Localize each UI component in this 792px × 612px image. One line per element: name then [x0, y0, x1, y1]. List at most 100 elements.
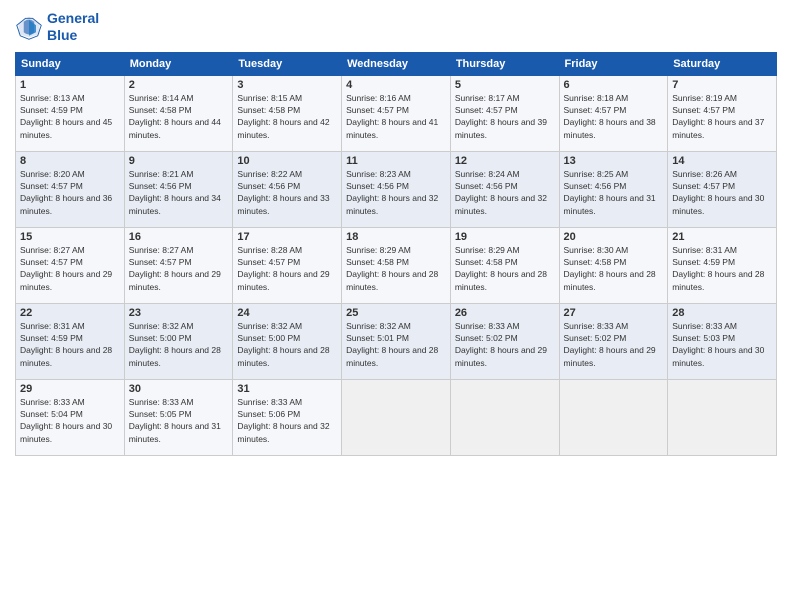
- day-cell: 18Sunrise: 8:29 AMSunset: 4:58 PMDayligh…: [342, 227, 451, 303]
- day-cell: 21Sunrise: 8:31 AMSunset: 4:59 PMDayligh…: [668, 227, 777, 303]
- day-number: 21: [672, 231, 772, 243]
- day-cell: 11Sunrise: 8:23 AMSunset: 4:56 PMDayligh…: [342, 151, 451, 227]
- day-number: 23: [129, 307, 229, 319]
- day-detail: Sunrise: 8:29 AMSunset: 4:58 PMDaylight:…: [455, 244, 555, 293]
- day-number: 9: [129, 155, 229, 167]
- day-cell: 3Sunrise: 8:15 AMSunset: 4:58 PMDaylight…: [233, 75, 342, 151]
- day-number: 10: [237, 155, 337, 167]
- day-number: 26: [455, 307, 555, 319]
- day-detail: Sunrise: 8:17 AMSunset: 4:57 PMDaylight:…: [455, 92, 555, 141]
- week-row-2: 8Sunrise: 8:20 AMSunset: 4:57 PMDaylight…: [16, 151, 777, 227]
- day-cell: [342, 379, 451, 455]
- day-number: 22: [20, 307, 120, 319]
- day-detail: Sunrise: 8:28 AMSunset: 4:57 PMDaylight:…: [237, 244, 337, 293]
- day-detail: Sunrise: 8:22 AMSunset: 4:56 PMDaylight:…: [237, 168, 337, 217]
- day-cell: 10Sunrise: 8:22 AMSunset: 4:56 PMDayligh…: [233, 151, 342, 227]
- day-cell: 4Sunrise: 8:16 AMSunset: 4:57 PMDaylight…: [342, 75, 451, 151]
- day-cell: [668, 379, 777, 455]
- weekday-header-tuesday: Tuesday: [233, 52, 342, 75]
- day-detail: Sunrise: 8:30 AMSunset: 4:58 PMDaylight:…: [564, 244, 664, 293]
- logo-text: General Blue: [47, 10, 99, 44]
- day-number: 7: [672, 79, 772, 91]
- day-cell: 27Sunrise: 8:33 AMSunset: 5:02 PMDayligh…: [559, 303, 668, 379]
- calendar-table: SundayMondayTuesdayWednesdayThursdayFrid…: [15, 52, 777, 456]
- day-cell: 6Sunrise: 8:18 AMSunset: 4:57 PMDaylight…: [559, 75, 668, 151]
- day-detail: Sunrise: 8:33 AMSunset: 5:05 PMDaylight:…: [129, 396, 229, 445]
- day-detail: Sunrise: 8:27 AMSunset: 4:57 PMDaylight:…: [129, 244, 229, 293]
- day-cell: 20Sunrise: 8:30 AMSunset: 4:58 PMDayligh…: [559, 227, 668, 303]
- day-number: 17: [237, 231, 337, 243]
- day-cell: 9Sunrise: 8:21 AMSunset: 4:56 PMDaylight…: [124, 151, 233, 227]
- day-number: 1: [20, 79, 120, 91]
- day-cell: 8Sunrise: 8:20 AMSunset: 4:57 PMDaylight…: [16, 151, 125, 227]
- day-cell: 24Sunrise: 8:32 AMSunset: 5:00 PMDayligh…: [233, 303, 342, 379]
- day-cell: 28Sunrise: 8:33 AMSunset: 5:03 PMDayligh…: [668, 303, 777, 379]
- day-cell: [559, 379, 668, 455]
- day-cell: 17Sunrise: 8:28 AMSunset: 4:57 PMDayligh…: [233, 227, 342, 303]
- day-detail: Sunrise: 8:32 AMSunset: 5:00 PMDaylight:…: [237, 320, 337, 369]
- weekday-header-friday: Friday: [559, 52, 668, 75]
- day-number: 11: [346, 155, 446, 167]
- week-row-1: 1Sunrise: 8:13 AMSunset: 4:59 PMDaylight…: [16, 75, 777, 151]
- day-number: 15: [20, 231, 120, 243]
- day-number: 2: [129, 79, 229, 91]
- weekday-header-wednesday: Wednesday: [342, 52, 451, 75]
- day-number: 13: [564, 155, 664, 167]
- day-detail: Sunrise: 8:32 AMSunset: 5:01 PMDaylight:…: [346, 320, 446, 369]
- day-detail: Sunrise: 8:21 AMSunset: 4:56 PMDaylight:…: [129, 168, 229, 217]
- logo: General Blue: [15, 10, 99, 44]
- weekday-header-row: SundayMondayTuesdayWednesdayThursdayFrid…: [16, 52, 777, 75]
- day-cell: 25Sunrise: 8:32 AMSunset: 5:01 PMDayligh…: [342, 303, 451, 379]
- weekday-header-sunday: Sunday: [16, 52, 125, 75]
- day-detail: Sunrise: 8:13 AMSunset: 4:59 PMDaylight:…: [20, 92, 120, 141]
- day-number: 31: [237, 383, 337, 395]
- day-cell: 30Sunrise: 8:33 AMSunset: 5:05 PMDayligh…: [124, 379, 233, 455]
- day-detail: Sunrise: 8:19 AMSunset: 4:57 PMDaylight:…: [672, 92, 772, 141]
- day-cell: 19Sunrise: 8:29 AMSunset: 4:58 PMDayligh…: [450, 227, 559, 303]
- day-detail: Sunrise: 8:25 AMSunset: 4:56 PMDaylight:…: [564, 168, 664, 217]
- day-detail: Sunrise: 8:31 AMSunset: 4:59 PMDaylight:…: [20, 320, 120, 369]
- day-detail: Sunrise: 8:31 AMSunset: 4:59 PMDaylight:…: [672, 244, 772, 293]
- day-detail: Sunrise: 8:27 AMSunset: 4:57 PMDaylight:…: [20, 244, 120, 293]
- day-number: 30: [129, 383, 229, 395]
- day-number: 8: [20, 155, 120, 167]
- day-cell: 22Sunrise: 8:31 AMSunset: 4:59 PMDayligh…: [16, 303, 125, 379]
- day-number: 18: [346, 231, 446, 243]
- day-cell: 29Sunrise: 8:33 AMSunset: 5:04 PMDayligh…: [16, 379, 125, 455]
- logo-icon: [15, 13, 43, 41]
- day-number: 6: [564, 79, 664, 91]
- day-detail: Sunrise: 8:14 AMSunset: 4:58 PMDaylight:…: [129, 92, 229, 141]
- day-number: 24: [237, 307, 337, 319]
- day-number: 29: [20, 383, 120, 395]
- day-cell: 7Sunrise: 8:19 AMSunset: 4:57 PMDaylight…: [668, 75, 777, 151]
- day-number: 16: [129, 231, 229, 243]
- day-detail: Sunrise: 8:16 AMSunset: 4:57 PMDaylight:…: [346, 92, 446, 141]
- day-cell: 26Sunrise: 8:33 AMSunset: 5:02 PMDayligh…: [450, 303, 559, 379]
- day-detail: Sunrise: 8:24 AMSunset: 4:56 PMDaylight:…: [455, 168, 555, 217]
- week-row-5: 29Sunrise: 8:33 AMSunset: 5:04 PMDayligh…: [16, 379, 777, 455]
- day-detail: Sunrise: 8:32 AMSunset: 5:00 PMDaylight:…: [129, 320, 229, 369]
- page: General Blue SundayMondayTuesdayWednesda…: [0, 0, 792, 612]
- day-number: 25: [346, 307, 446, 319]
- day-cell: 12Sunrise: 8:24 AMSunset: 4:56 PMDayligh…: [450, 151, 559, 227]
- day-number: 4: [346, 79, 446, 91]
- day-number: 27: [564, 307, 664, 319]
- day-cell: [450, 379, 559, 455]
- weekday-header-saturday: Saturday: [668, 52, 777, 75]
- day-number: 28: [672, 307, 772, 319]
- day-cell: 13Sunrise: 8:25 AMSunset: 4:56 PMDayligh…: [559, 151, 668, 227]
- day-cell: 2Sunrise: 8:14 AMSunset: 4:58 PMDaylight…: [124, 75, 233, 151]
- day-number: 14: [672, 155, 772, 167]
- day-number: 5: [455, 79, 555, 91]
- day-cell: 14Sunrise: 8:26 AMSunset: 4:57 PMDayligh…: [668, 151, 777, 227]
- day-detail: Sunrise: 8:23 AMSunset: 4:56 PMDaylight:…: [346, 168, 446, 217]
- day-cell: 5Sunrise: 8:17 AMSunset: 4:57 PMDaylight…: [450, 75, 559, 151]
- day-cell: 23Sunrise: 8:32 AMSunset: 5:00 PMDayligh…: [124, 303, 233, 379]
- day-detail: Sunrise: 8:33 AMSunset: 5:02 PMDaylight:…: [455, 320, 555, 369]
- day-detail: Sunrise: 8:15 AMSunset: 4:58 PMDaylight:…: [237, 92, 337, 141]
- weekday-header-thursday: Thursday: [450, 52, 559, 75]
- day-cell: 31Sunrise: 8:33 AMSunset: 5:06 PMDayligh…: [233, 379, 342, 455]
- day-detail: Sunrise: 8:29 AMSunset: 4:58 PMDaylight:…: [346, 244, 446, 293]
- day-detail: Sunrise: 8:26 AMSunset: 4:57 PMDaylight:…: [672, 168, 772, 217]
- week-row-3: 15Sunrise: 8:27 AMSunset: 4:57 PMDayligh…: [16, 227, 777, 303]
